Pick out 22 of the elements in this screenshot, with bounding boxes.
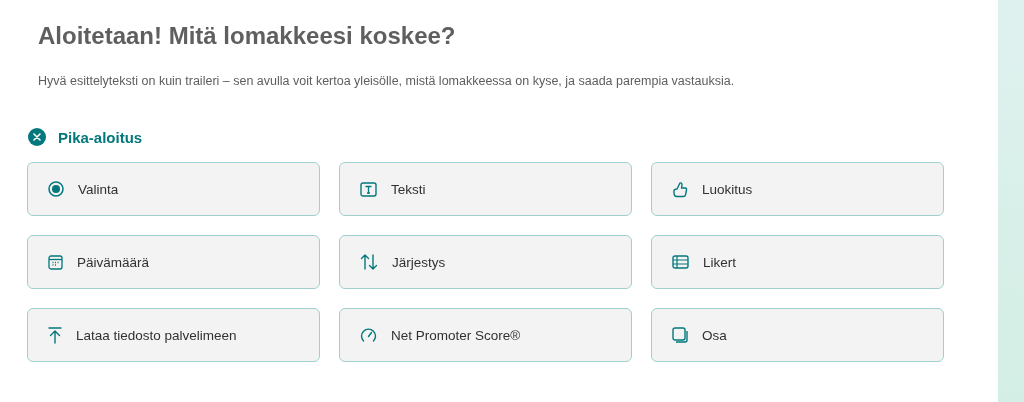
- question-type-button[interactable]: Lataa tiedosto palvelimeen: [27, 308, 320, 362]
- gauge-icon: [360, 327, 377, 343]
- question-type-button[interactable]: Osa: [651, 308, 944, 362]
- page-heading: Aloitetaan! Mitä lomakkeesi koskee?: [38, 22, 457, 50]
- question-type-button[interactable]: Valinta: [27, 162, 320, 216]
- question-type-button[interactable]: Järjestys: [339, 235, 632, 289]
- question-type-button[interactable]: Päivämäärä: [27, 235, 320, 289]
- question-type-button[interactable]: Net Promoter Score®: [339, 308, 632, 362]
- calendar-icon: [48, 254, 63, 270]
- question-type-button[interactable]: Luokitus: [651, 162, 944, 216]
- thumbs-up-icon: [672, 180, 688, 198]
- radio-icon: [48, 181, 64, 197]
- page-icon: [672, 327, 688, 343]
- description-text: Hyvä esittelyteksti on kuin traileri – sen avulla voit kertoa yleisölle, mistä lomakkeessa on kyse, ja saada parempia vastauksia.: [38, 74, 736, 88]
- close-icon: [28, 128, 46, 146]
- text-box-icon: [360, 181, 377, 197]
- upload-icon: [48, 326, 62, 344]
- sort-arrows-icon: [360, 254, 378, 270]
- quick-start-toggle[interactable]: Pika-aloitus: [28, 128, 143, 146]
- question-type-button[interactable]: Teksti: [339, 162, 632, 216]
- table-icon: [672, 255, 689, 269]
- question-type-button[interactable]: Likert: [651, 235, 944, 289]
